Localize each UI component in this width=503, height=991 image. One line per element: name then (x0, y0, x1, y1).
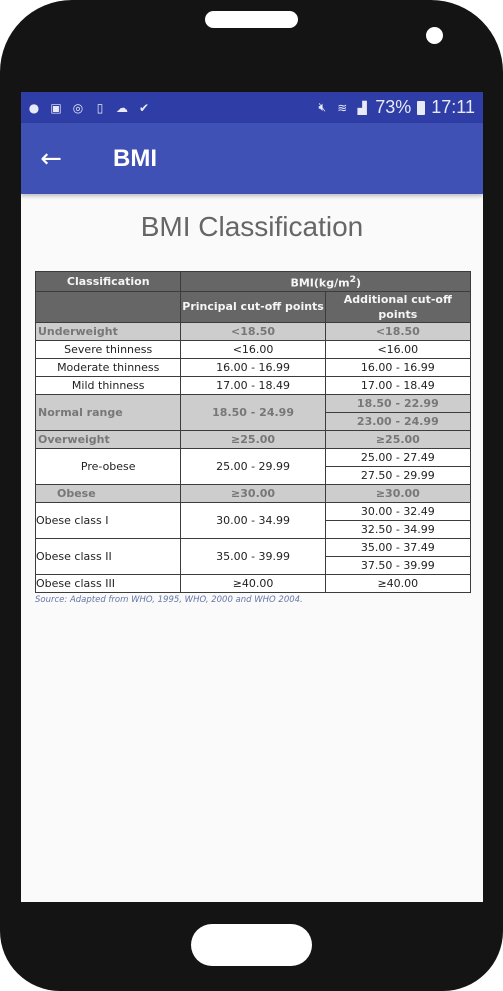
classification-cell: Obese class III (34, 573, 182, 593)
table-row: Moderate thinness 16.00 - 16.99 16.00 - 16… (34, 357, 472, 377)
classification-cell: Overweight (34, 429, 182, 449)
battery-percent: 73% (375, 97, 412, 117)
additional-cell: 25.00 - 27.49 (324, 447, 472, 467)
bmi-table-container: Classification BMI(kg/m2) Principal cut-… (34, 271, 472, 605)
gallery-icon: ▣ (50, 100, 62, 115)
cloud-icon: ☁ (116, 100, 128, 115)
additional-cell: 18.50 - 22.99 (324, 393, 472, 413)
principal-cell: ≥25.00 (180, 429, 326, 449)
home-button[interactable] (191, 924, 312, 966)
classification-cell: Obese class I (34, 501, 182, 539)
header-bmi: BMI(kg/m2) (180, 271, 471, 292)
app-title: BMI (113, 144, 157, 172)
principal-cell: 35.00 - 39.99 (180, 537, 326, 575)
arrow-left-icon[interactable]: ← (21, 144, 81, 174)
additional-cell: 30.00 - 32.49 (324, 501, 472, 521)
earpiece-speaker (205, 11, 298, 28)
additional-cell: ≥30.00 (324, 483, 472, 503)
header-additional: Additional cut-off points (324, 290, 472, 323)
screen: ● ▣ ◎ ▯ ☁ ✔ 🔇︎ ≋ ▟ 73% 17:11 ← BMI BMI C… (21, 92, 483, 902)
additional-cell: 37.50 - 39.99 (324, 555, 472, 575)
additional-cell: 16.00 - 16.99 (324, 357, 472, 377)
classification-cell: Obese (34, 483, 182, 503)
table-row: Underweight <18.50 <18.50 (34, 321, 472, 341)
source-note: Source: Adapted from WHO, 1995, WHO, 200… (35, 594, 303, 605)
classification-cell: Obese class II (34, 537, 182, 575)
additional-cell: 27.50 - 29.99 (324, 465, 472, 485)
principal-cell: 30.00 - 34.99 (180, 501, 326, 539)
battery-charging-icon (417, 100, 426, 115)
clock: 17:11 (431, 97, 475, 117)
table-row: Obese ≥30.00 ≥30.00 (34, 483, 472, 503)
classification-cell: Mild thinness (34, 375, 182, 395)
principal-cell: 18.50 - 24.99 (180, 393, 326, 431)
mute-icon: 🔇︎ (318, 100, 327, 114)
table-row: Normal range 18.50 - 24.99 18.50 - 22.99 (34, 393, 472, 431)
additional-cell: 32.50 - 34.99 (324, 519, 472, 539)
header-principal: Principal cut-off points (180, 290, 326, 323)
additional-cell: 35.00 - 37.49 (324, 537, 472, 557)
principal-cell: 17.00 - 18.49 (180, 375, 326, 395)
file-timer-icon: ▯ (96, 100, 104, 115)
classification-cell: Pre-obese (34, 447, 182, 485)
additional-cell: <16.00 (324, 339, 472, 359)
phone-frame: ● ▣ ◎ ▯ ☁ ✔ 🔇︎ ≋ ▟ 73% 17:11 ← BMI BMI C… (0, 0, 503, 991)
classification-cell: Underweight (34, 321, 182, 341)
principal-cell: <18.50 (180, 321, 326, 341)
table-row: Obese class III ≥40.00 ≥40.00 (34, 573, 472, 593)
additional-cell: 23.00 - 24.99 (324, 411, 472, 431)
principal-cell: <16.00 (180, 339, 326, 359)
additional-cell: 17.00 - 18.49 (324, 375, 472, 395)
messenger-icon: ● (28, 100, 40, 115)
additional-cell: ≥40.00 (324, 573, 472, 593)
status-bar: ● ▣ ◎ ▯ ☁ ✔ 🔇︎ ≋ ▟ 73% 17:11 (21, 92, 483, 123)
table-row: Severe thinness <16.00 <16.00 (34, 339, 472, 359)
signal-icon: ▟ (357, 100, 367, 115)
sync-icon: ◎ (72, 100, 84, 115)
table-row: Obese class II 35.00 - 39.99 35.00 - 37.49 (34, 537, 472, 575)
classification-cell: Normal range (34, 393, 182, 431)
header-classification: Classification (34, 271, 182, 292)
header-empty (34, 290, 182, 323)
table-row: Pre-obese 25.00 - 29.99 25.00 - 27.49 (34, 447, 472, 485)
classification-cell: Moderate thinness (34, 357, 182, 377)
table-body: Underweight <18.50 <18.50 Severe thinness <1… (34, 321, 472, 593)
principal-cell: 25.00 - 29.99 (180, 447, 326, 485)
wifi-icon: ≋ (337, 100, 348, 115)
front-camera (426, 27, 443, 44)
principal-cell: 16.00 - 16.99 (180, 357, 326, 377)
bmi-classification-table: Classification BMI(kg/m2) Principal cut-… (34, 271, 472, 593)
principal-cell: ≥40.00 (180, 573, 326, 593)
additional-cell: ≥25.00 (324, 429, 472, 449)
task-check-icon: ✔ (138, 100, 150, 115)
app-bar: ← BMI (21, 123, 483, 194)
table-row: Overweight ≥25.00 ≥25.00 (34, 429, 472, 449)
additional-cell: <18.50 (324, 321, 472, 341)
classification-cell: Severe thinness (34, 339, 182, 359)
page-title: BMI Classification (140, 211, 364, 242)
table-row: Mild thinness 17.00 - 18.49 17.00 - 18.49 (34, 375, 472, 395)
principal-cell: ≥30.00 (180, 483, 326, 503)
table-row: Obese class I 30.00 - 34.99 30.00 - 32.49 (34, 501, 472, 539)
